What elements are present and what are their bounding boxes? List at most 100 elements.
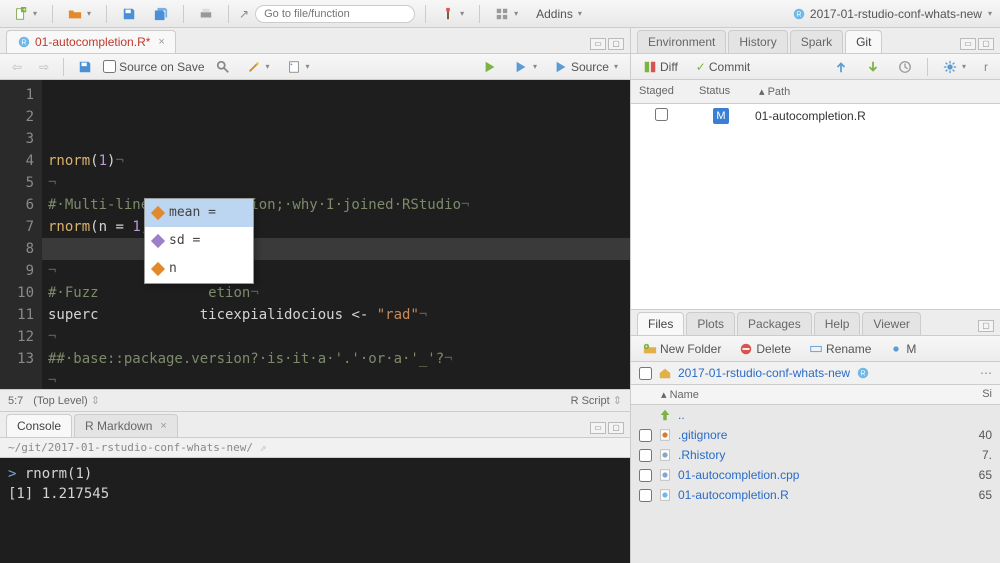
open-button[interactable]: ▾: [62, 4, 97, 24]
scope-selector[interactable]: (Top Level) ⇕: [33, 394, 100, 407]
autocomplete-item[interactable]: sd =: [145, 227, 253, 255]
git-more-button[interactable]: ▾: [937, 57, 972, 77]
code-line[interactable]: rnorm(n = 1,¬: [42, 216, 630, 238]
minimize-pane-button[interactable]: ▭: [590, 422, 606, 434]
code-line[interactable]: #·Multi-line·autocompletion;·why·I·joine…: [42, 194, 630, 216]
find-button[interactable]: [210, 57, 236, 77]
more-button[interactable]: M: [883, 339, 922, 359]
git-header-status[interactable]: Status: [691, 83, 751, 100]
file-checkbox[interactable]: [639, 429, 652, 442]
delete-button[interactable]: Delete: [733, 339, 797, 359]
autocomplete-item[interactable]: mean =: [145, 199, 253, 227]
code-line[interactable]: ¬: [42, 370, 630, 389]
select-all-checkbox[interactable]: [639, 367, 652, 380]
code-line[interactable]: rnorm(1)¬: [42, 150, 630, 172]
tab-git[interactable]: Git: [845, 30, 882, 53]
file-row[interactable]: .gitignore40: [631, 425, 1000, 445]
autocomplete-popup[interactable]: mean =sd =n: [144, 198, 254, 284]
wand-button[interactable]: ▾: [241, 57, 276, 77]
code-line[interactable]: ¬: [42, 326, 630, 348]
maximize-pane-button[interactable]: ▢: [608, 38, 624, 50]
minimize-pane-button[interactable]: ▭: [590, 38, 606, 50]
save-source-button[interactable]: [72, 57, 98, 77]
branch-button[interactable]: r: [978, 57, 994, 77]
editor-area[interactable]: 12345678910111213 rnorm(1)¬¬#·Multi-line…: [0, 80, 630, 389]
language-selector[interactable]: R Script ⇕: [571, 394, 622, 407]
rerun-button[interactable]: ▾: [508, 57, 543, 77]
editor-status-bar: 5:7 (Top Level) ⇕ R Script ⇕: [0, 389, 630, 411]
file-name[interactable]: .Rhistory: [678, 448, 946, 462]
stage-checkbox[interactable]: [655, 108, 668, 121]
project-chip[interactable]: R 2017-01-rstudio-conf-whats-new ▾: [792, 7, 992, 21]
files-header-name[interactable]: ▴ Name: [631, 385, 960, 404]
save-button[interactable]: [116, 4, 142, 24]
commit-button[interactable]: ✓ Commit: [690, 57, 756, 77]
code-line[interactable]: ¬: [42, 172, 630, 194]
file-checkbox[interactable]: [639, 469, 652, 482]
file-size: 7.: [952, 448, 992, 462]
tab-help[interactable]: Help: [814, 312, 861, 335]
git-header-staged[interactable]: Staged: [631, 83, 691, 100]
file-row[interactable]: .Rhistory 7.: [631, 445, 1000, 465]
tab-files[interactable]: Files: [637, 312, 684, 335]
tab-rmarkdown[interactable]: R Markdown×: [74, 414, 178, 437]
updir-row[interactable]: ..: [631, 405, 1000, 425]
close-icon[interactable]: ×: [154, 36, 164, 48]
minimize-pane-button[interactable]: ▭: [960, 38, 976, 50]
goto-input[interactable]: [255, 5, 415, 23]
git-row[interactable]: M01-autocompletion.R: [631, 104, 1000, 128]
files-header-size[interactable]: Si: [960, 385, 1000, 404]
file-checkbox[interactable]: [639, 489, 652, 502]
file-row[interactable]: 01-autocompletion.R65: [631, 485, 1000, 505]
maximize-pane-button[interactable]: ▢: [608, 422, 624, 434]
file-icon: [658, 428, 672, 442]
tools-button[interactable]: ▾: [435, 4, 470, 24]
tab-console[interactable]: Console: [6, 414, 72, 437]
diff-button[interactable]: Diff: [637, 57, 684, 77]
file-checkbox[interactable]: [639, 449, 652, 462]
code-line[interactable]: [42, 238, 630, 260]
file-name[interactable]: 01-autocompletion.cpp: [678, 468, 946, 482]
tab-plots[interactable]: Plots: [686, 312, 735, 335]
file-name[interactable]: 01-autocompletion.R: [678, 488, 946, 502]
console-line: [1] 1.217545: [8, 484, 622, 504]
breadcrumb-link[interactable]: 2017-01-rstudio-conf-whats-new: [678, 366, 850, 380]
source-tab[interactable]: R 01-autocompletion.R* ×: [6, 30, 176, 53]
pull-button[interactable]: [828, 57, 854, 77]
file-name[interactable]: .gitignore: [678, 428, 946, 442]
forward-button[interactable]: ⇨: [33, 57, 55, 77]
code-line[interactable]: ¬: [42, 260, 630, 282]
new-folder-button[interactable]: +New Folder: [637, 339, 727, 359]
code-body[interactable]: rnorm(1)¬¬#·Multi-line·autocompletion;·w…: [42, 80, 630, 389]
code-line[interactable]: #·Fuzz etion¬: [42, 282, 630, 304]
grid-button[interactable]: ▾: [489, 4, 524, 24]
tab-environment[interactable]: Environment: [637, 30, 726, 53]
tab-viewer[interactable]: Viewer: [862, 312, 920, 335]
back-button[interactable]: ⇦: [6, 57, 28, 77]
tab-history[interactable]: History: [728, 30, 787, 53]
tab-packages[interactable]: Packages: [737, 312, 812, 335]
push-button[interactable]: [860, 57, 886, 77]
new-file-button[interactable]: + ▾: [8, 4, 43, 24]
maximize-pane-button[interactable]: ▢: [978, 320, 994, 332]
source-on-save-checkbox[interactable]: Source on Save: [103, 60, 204, 74]
save-all-button[interactable]: [148, 4, 174, 24]
maximize-pane-button[interactable]: ▢: [978, 38, 994, 50]
git-header-path[interactable]: ▴ Path: [751, 83, 798, 100]
console-body[interactable]: > rnorm(1)[1] 1.217545: [0, 458, 630, 563]
file-row[interactable]: 01-autocompletion.cpp65: [631, 465, 1000, 485]
addins-button[interactable]: Addins▾: [530, 4, 588, 24]
run-button[interactable]: [477, 57, 503, 77]
close-icon[interactable]: ×: [156, 420, 166, 432]
rename-button[interactable]: Rename: [803, 339, 877, 359]
print-button[interactable]: [193, 4, 219, 24]
code-line[interactable]: ##·base::package.version?·is·it·a·'.'·or…: [42, 348, 630, 370]
history-button[interactable]: [892, 57, 918, 77]
print-icon: [199, 7, 213, 21]
code-line[interactable]: superc ticexpialidocious <- "rad"¬: [42, 304, 630, 326]
report-button[interactable]: ▾: [281, 57, 316, 77]
tab-spark[interactable]: Spark: [790, 30, 843, 53]
autocomplete-item[interactable]: n: [145, 255, 253, 283]
more-icon[interactable]: ⋯: [980, 366, 992, 380]
source-script-button[interactable]: Source▾: [548, 57, 624, 77]
